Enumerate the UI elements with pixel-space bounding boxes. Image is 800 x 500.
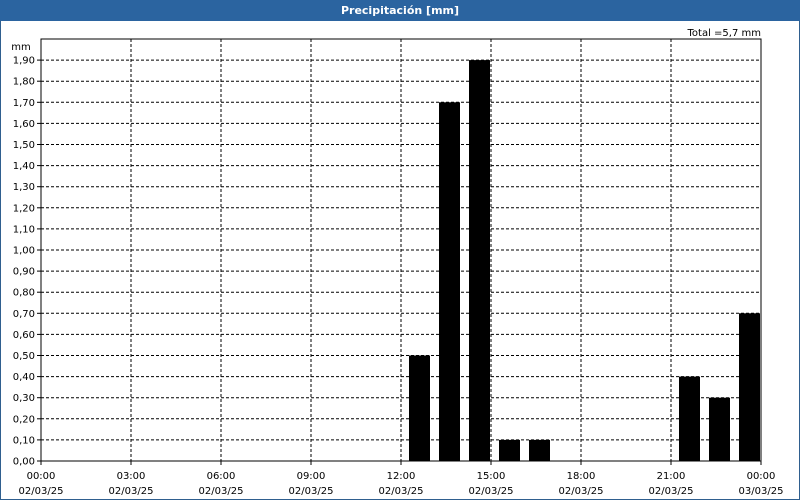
y-tick-label: 1,70 <box>13 98 35 109</box>
precipitation-bar <box>409 355 430 461</box>
precipitation-bar <box>739 313 760 461</box>
total-label: Total =5,7 mm <box>687 28 761 39</box>
bar-series <box>409 60 760 462</box>
precipitation-bar <box>439 102 460 462</box>
x-tick-date-label: 03/03/25 <box>739 486 784 497</box>
y-axis-ticks: 0,00 0,10 0,20 0,30 0,40 0,50 0,60 0,70 0,80 0,90… <box>13 56 41 468</box>
y-tick-label: 1,20 <box>13 203 35 214</box>
x-tick-date-label: 02/03/25 <box>289 486 334 497</box>
y-tick-label: 0,20 <box>13 414 35 425</box>
x-tick-time-label: 00:00 <box>27 471 56 482</box>
y-tick-label: 1,50 <box>13 140 35 151</box>
x-tick-time-label: 06:00 <box>207 471 236 482</box>
y-tick-label: 0,40 <box>13 372 35 383</box>
precipitation-bar <box>529 439 550 461</box>
y-tick-label: 0,10 <box>13 435 35 446</box>
x-tick-time-label: 09:00 <box>297 471 326 482</box>
x-tick-date-label: 02/03/25 <box>469 486 514 497</box>
y-tick-label: 1,00 <box>13 246 35 257</box>
y-tick-label: 0,50 <box>13 351 35 362</box>
x-tick-time-label: 21:00 <box>657 471 686 482</box>
precipitation-bar <box>679 376 700 461</box>
y-tick-label: 0,00 <box>13 457 35 468</box>
x-tick-time-label: 18:00 <box>567 471 596 482</box>
y-tick-label: 0,90 <box>13 267 35 278</box>
y-axis-label: mm <box>11 42 30 53</box>
x-tick-date-label: 02/03/25 <box>559 486 604 497</box>
x-tick-date-label: 02/03/25 <box>199 486 244 497</box>
y-tick-label: 1,90 <box>13 56 35 67</box>
x-tick-date-label: 02/03/25 <box>19 486 64 497</box>
y-tick-label: 1,60 <box>13 119 35 130</box>
x-tick-time-label: 12:00 <box>387 471 416 482</box>
y-tick-label: 0,30 <box>13 393 35 404</box>
x-tick-time-label: 00:00 <box>747 471 776 482</box>
x-tick-date-label: 02/03/25 <box>379 486 424 497</box>
x-tick-time-label: 03:00 <box>117 471 146 482</box>
x-axis-ticks: 00:00 02/03/25 03:00 02/03/25 06:00 02/03/25 0… <box>19 461 784 497</box>
x-tick-date-label: 02/03/25 <box>109 486 154 497</box>
y-tick-label: 0,60 <box>13 330 35 341</box>
y-tick-label: 0,80 <box>13 288 35 299</box>
y-tick-label: 0,70 <box>13 309 35 320</box>
x-tick-time-label: 15:00 <box>477 471 506 482</box>
x-tick-date-label: 02/03/25 <box>649 486 694 497</box>
grid-lines <box>41 39 761 461</box>
precipitation-bar <box>499 439 520 461</box>
y-tick-label: 1,10 <box>13 224 35 235</box>
precipitation-bar <box>709 397 730 461</box>
y-tick-label: 1,80 <box>13 77 35 88</box>
precipitation-bar <box>469 60 490 461</box>
y-tick-label: 1,30 <box>13 182 35 193</box>
precipitation-chart: 0,00 0,10 0,20 0,30 0,40 0,50 0,60 0,70 0,80 0,90… <box>11 28 784 497</box>
y-tick-label: 1,40 <box>13 161 35 172</box>
